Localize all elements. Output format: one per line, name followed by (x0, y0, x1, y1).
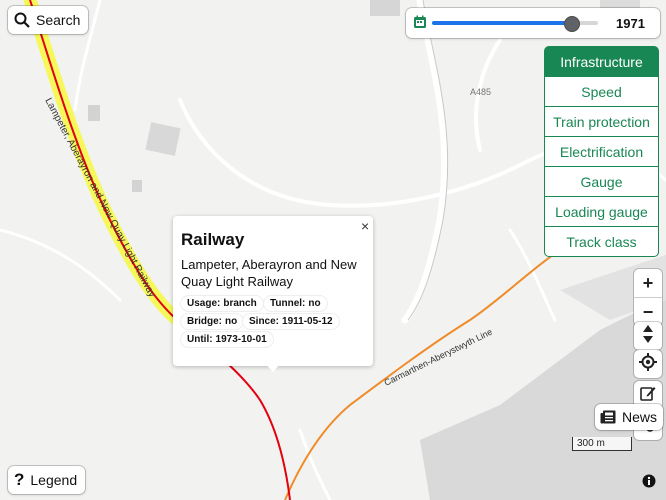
tunnel-value: no (308, 298, 321, 309)
scale-bar: 300 m (572, 437, 632, 451)
layer-infrastructure-button[interactable]: Infrastructure (544, 46, 659, 77)
calendar-icon (413, 15, 427, 34)
locate-icon (639, 352, 657, 376)
layer-train-protection-button[interactable]: Train protection (544, 106, 659, 137)
layer-electrification-button[interactable]: Electrification (544, 136, 659, 167)
popup-close-button[interactable]: × (361, 218, 369, 234)
feature-popup: × Railway Lampeter, Aberayron and New Qu… (173, 216, 373, 366)
compass-icon (642, 324, 654, 348)
tunnel-label: Tunnel: (270, 298, 306, 309)
layer-track-class-button[interactable]: Track class (544, 226, 659, 257)
popup-title: Railway (181, 230, 245, 249)
since-label: Since: (249, 316, 280, 327)
date-slider[interactable] (432, 16, 598, 32)
legend-label: Legend (30, 472, 78, 488)
road-label: A485 (470, 87, 491, 97)
layer-gauge-button[interactable]: Gauge (544, 166, 659, 197)
since-chip: Since: 1911-05-12 (243, 314, 339, 329)
newspaper-icon (600, 410, 616, 424)
until-chip: Until: 1973-10-01 (181, 332, 273, 347)
tunnel-chip: Tunnel: no (264, 296, 327, 311)
popup-railway-name: Lampeter, Aberayron and New Quay Light R… (181, 257, 357, 289)
legend-button[interactable]: ? Legend (8, 466, 86, 494)
search-label: Search (36, 12, 81, 28)
edit-icon (640, 385, 656, 406)
locate-button[interactable] (634, 350, 662, 378)
date-slider-thumb[interactable] (564, 16, 581, 32)
zoom-control: + − (634, 269, 662, 326)
news-button[interactable]: News (595, 404, 664, 430)
since-value: 1911-05-12 (282, 316, 333, 327)
question-icon: ? (14, 470, 25, 489)
usage-label: Usage: (187, 298, 221, 309)
popup-pointer (264, 362, 282, 372)
zoom-in-button[interactable]: + (634, 269, 662, 297)
date-slider-fill (432, 21, 572, 25)
bridge-value: no (225, 316, 238, 327)
date-slider-bar: 1971 (406, 8, 660, 38)
layer-loading-gauge-button[interactable]: Loading gauge (544, 196, 659, 227)
bridge-chip: Bridge: no (181, 314, 244, 329)
usage-chip: Usage: branch (181, 296, 263, 311)
until-label: Until: (187, 334, 213, 345)
bridge-label: Bridge: (187, 316, 222, 327)
usage-value: branch (223, 298, 257, 309)
layer-speed-button[interactable]: Speed (544, 76, 659, 107)
info-icon[interactable] (642, 474, 656, 493)
search-button[interactable]: Search (8, 6, 89, 34)
news-label: News (622, 409, 658, 425)
layer-switcher: Infrastructure Speed Train protection Elect… (544, 46, 659, 257)
year-value: 1971 (616, 16, 645, 31)
until-value: 1973-10-01 (215, 334, 267, 345)
rotate-north-button[interactable] (634, 322, 662, 350)
search-icon (14, 12, 30, 28)
